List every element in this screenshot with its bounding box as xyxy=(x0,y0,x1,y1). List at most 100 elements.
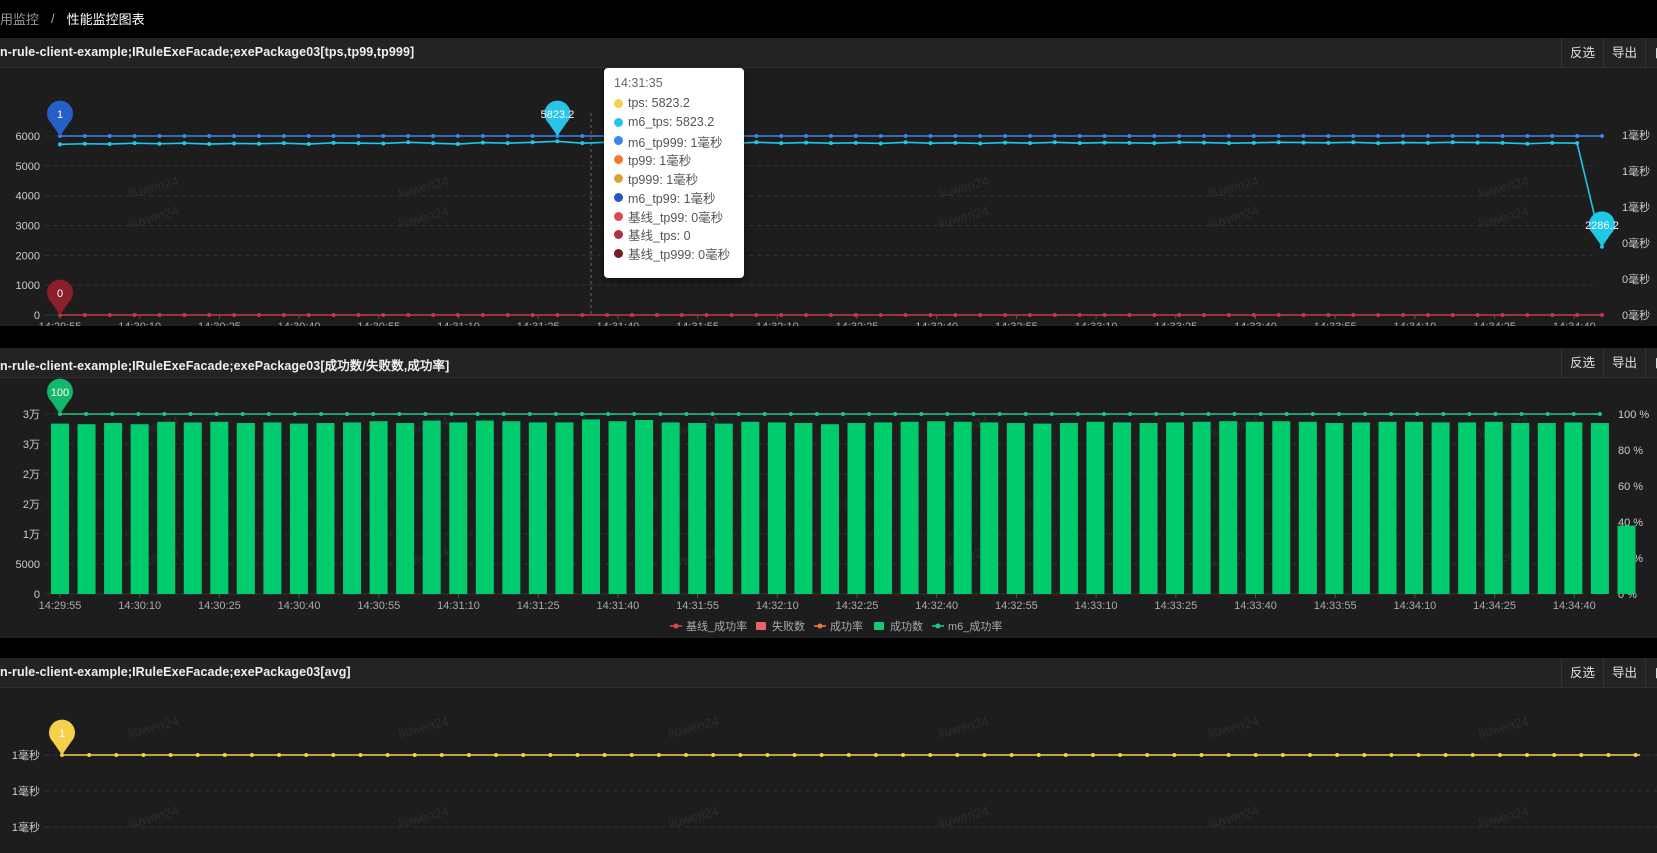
tooltip-row: tps: 5823.2 xyxy=(614,94,734,113)
data-point xyxy=(306,134,311,138)
data-point xyxy=(331,313,336,317)
data-point xyxy=(207,313,212,317)
data-point xyxy=(1009,753,1014,757)
data-point xyxy=(1052,140,1057,145)
panel-actions: 反选 导出 自 xyxy=(1560,658,1657,688)
data-point xyxy=(1363,412,1367,416)
marker-pin: 5823.2 xyxy=(541,100,575,136)
panel-header: n-rule-client-example;IRuleExeFacade;exe… xyxy=(0,658,1657,688)
tps-line-chart[interactable]: liuwen24 liuwen24 liuwen24 liuwen24 liuwen24… xyxy=(0,68,1657,326)
data-point xyxy=(1425,134,1430,138)
bar xyxy=(236,423,255,594)
more-button[interactable]: 自 xyxy=(1645,658,1657,688)
data-point xyxy=(1597,412,1602,416)
x-tick-label: 14:31:25 xyxy=(517,600,560,612)
breadcrumb-parent[interactable]: 用监控 xyxy=(0,9,39,28)
x-tick-label: 14:34:40 xyxy=(1553,321,1596,326)
bar xyxy=(582,419,600,594)
data-point xyxy=(1441,412,1446,416)
data-point xyxy=(873,753,878,757)
bar xyxy=(874,422,893,594)
data-point xyxy=(107,313,112,317)
data-point xyxy=(84,412,89,416)
data-point xyxy=(606,412,611,416)
export-button[interactable]: 导出 xyxy=(1602,658,1645,688)
bar xyxy=(953,421,972,594)
data-point xyxy=(1102,134,1107,138)
data-point xyxy=(829,134,833,138)
data-point xyxy=(903,134,908,138)
marker-pin-label: 5823.2 xyxy=(541,109,575,121)
marker-pin-label: 100 xyxy=(51,387,69,399)
data-point xyxy=(1600,134,1604,138)
data-point xyxy=(846,753,851,757)
x-tick-label: 14:31:25 xyxy=(517,321,560,326)
data-point xyxy=(804,134,809,138)
data-point xyxy=(1280,753,1285,757)
watermark: liuwen24 xyxy=(397,203,450,231)
tooltip-row: m6_tp99: 1毫秒 xyxy=(614,188,734,207)
x-tick-label: 14:31:10 xyxy=(437,600,480,612)
data-point xyxy=(266,412,271,416)
watermark: liuwen24 xyxy=(937,203,990,231)
data-point xyxy=(1077,313,1082,317)
more-button[interactable]: 自 xyxy=(1645,348,1657,378)
invert-button[interactable]: 反选 xyxy=(1560,38,1603,68)
bar xyxy=(1166,422,1185,594)
bar xyxy=(847,423,866,594)
data-point xyxy=(292,412,297,416)
invert-button[interactable]: 反选 xyxy=(1560,348,1603,378)
avg-line-chart[interactable]: liuwen24 liuwen24 liuwen24 liuwen24 liuwen24… xyxy=(0,688,1657,853)
data-point xyxy=(878,141,883,146)
y-tick-label: 1000 xyxy=(16,280,40,292)
data-point xyxy=(182,134,187,138)
bar xyxy=(741,421,760,594)
y-tick-label: 1万 xyxy=(23,529,40,541)
marker-pin: 2286.2 xyxy=(1585,211,1619,247)
tooltip-row: tp999: 1毫秒 xyxy=(614,169,734,188)
data-point xyxy=(1152,134,1157,138)
breadcrumb-separator: / xyxy=(51,10,55,26)
invert-button[interactable]: 反选 xyxy=(1560,658,1603,688)
data-point xyxy=(1475,313,1480,317)
x-tick-label: 14:34:40 xyxy=(1553,600,1596,612)
more-button[interactable]: 自 xyxy=(1645,38,1657,68)
x-tick-label: 14:29:55 xyxy=(39,600,82,612)
data-point xyxy=(953,140,958,145)
data-point xyxy=(1127,313,1132,317)
bar xyxy=(661,422,680,594)
data-point xyxy=(997,412,1002,416)
series-color-dot xyxy=(614,155,623,165)
data-point xyxy=(232,134,237,138)
data-point xyxy=(1579,753,1584,757)
data-point xyxy=(971,412,976,416)
success-bar-chart[interactable]: liuwen24liuwen24liuwen24liuwen24liuwen24… xyxy=(0,378,1657,638)
legend-item: m6_成功率 xyxy=(948,619,1002,633)
bar xyxy=(1431,422,1450,594)
marker-pin-label: 1 xyxy=(57,109,63,121)
y-tick-label: 2万 xyxy=(23,469,40,481)
panel-header: n-rule-client-example;IRuleExeFacade;exe… xyxy=(0,348,1657,378)
data-point xyxy=(249,753,254,757)
bar xyxy=(794,423,813,594)
x-tick-label: 14:32:25 xyxy=(836,600,879,612)
series-color-dot xyxy=(614,136,623,146)
chart-tooltip: 14:31:35 tps: 5823.2 m6_tps: 5823.2 m6_tp9… xyxy=(604,68,744,278)
marker-pin: 0 xyxy=(47,279,74,315)
data-point xyxy=(1049,412,1054,416)
data-point xyxy=(978,141,983,146)
export-button[interactable]: 导出 xyxy=(1602,348,1645,378)
data-point xyxy=(157,313,162,317)
bar xyxy=(475,420,494,594)
data-point xyxy=(439,753,444,757)
data-point xyxy=(1075,412,1080,416)
export-button[interactable]: 导出 xyxy=(1602,38,1645,68)
data-point xyxy=(256,313,261,317)
data-point xyxy=(1376,313,1381,317)
bar xyxy=(1033,423,1052,594)
data-point xyxy=(1128,412,1133,416)
bar xyxy=(980,422,999,594)
data-point xyxy=(978,313,983,317)
data-point xyxy=(1450,134,1455,138)
data-point xyxy=(953,313,958,317)
